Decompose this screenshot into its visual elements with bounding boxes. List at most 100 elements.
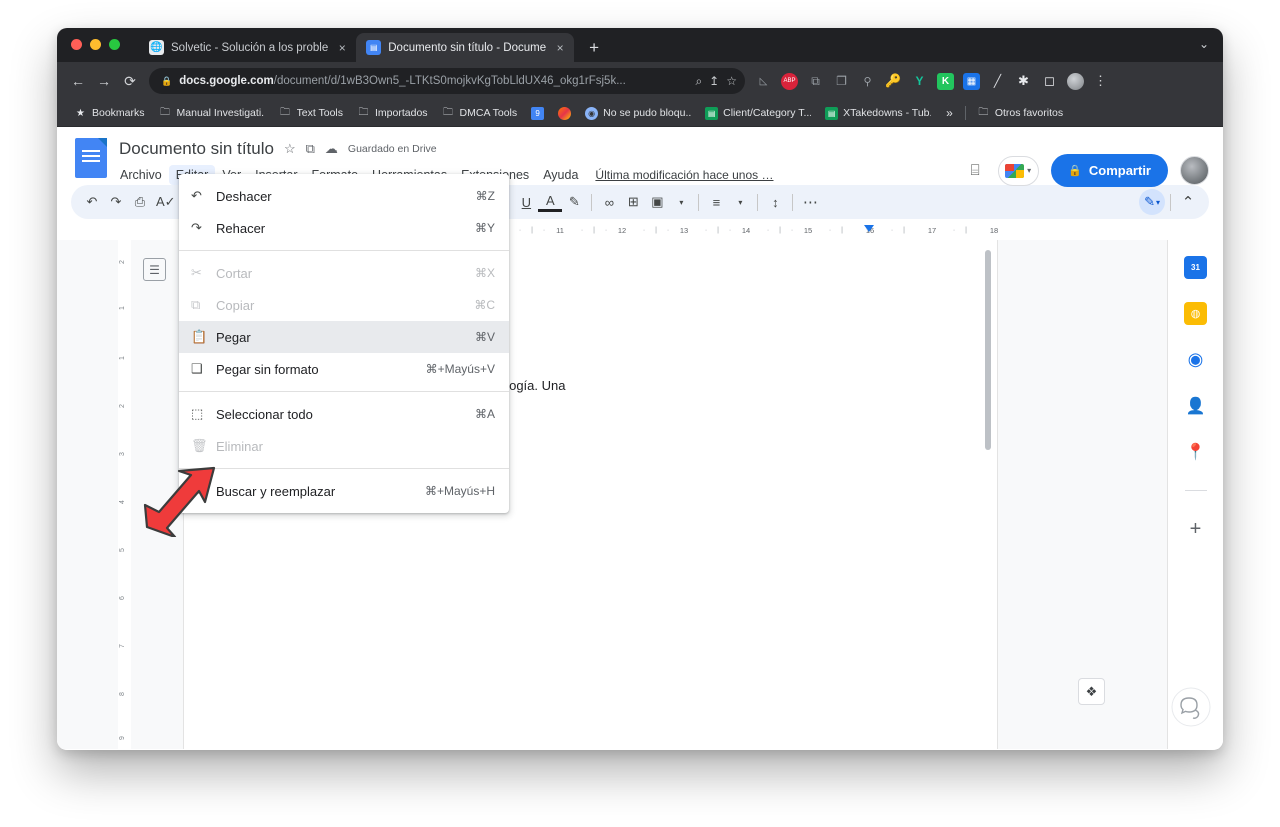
comment-history-icon[interactable]: ⌸ <box>964 160 986 182</box>
clipboard-icon[interactable]: ❐ <box>833 73 850 90</box>
zoom-window-button[interactable] <box>109 39 120 50</box>
kami-icon[interactable]: K <box>937 72 954 90</box>
menu-item-pegar[interactable]: 📋 Pegar ⌘V <box>179 321 509 353</box>
close-window-button[interactable] <box>71 39 82 50</box>
minimize-window-button[interactable] <box>90 39 101 50</box>
google-docs-logo[interactable] <box>75 138 107 178</box>
ruler-minor-tick: · <box>642 227 646 234</box>
search-icon[interactable]: ⌕ <box>695 74 702 89</box>
back-button[interactable]: ← <box>65 68 91 94</box>
edit-dropdown-menu[interactable]: ↶ Deshacer ⌘Z ↷ Rehacer ⌘Y ✂ Cortar ⌘X ⧉… <box>179 174 509 513</box>
print-button[interactable]: ⎙ <box>128 189 152 215</box>
more-options-button[interactable]: ⋯ <box>798 189 822 215</box>
reload-button[interactable]: ⟳ <box>117 68 143 94</box>
ruler-tick: 11 <box>556 226 564 235</box>
menu-item-pegar-sin-formato[interactable]: ❑ Pegar sin formato ⌘+Mayús+V <box>179 353 509 385</box>
chrome-menu-button[interactable]: ⋮ <box>1094 73 1107 89</box>
menu-archivo[interactable]: Archivo <box>113 165 169 185</box>
side-panel: 31 ◍ ◉ 👤 📍 + <box>1167 240 1223 749</box>
insert-link-button[interactable]: ∞ <box>597 189 621 215</box>
lastpass-key-icon[interactable]: 🔑 <box>885 73 902 90</box>
star-icon[interactable]: ☆ <box>284 141 296 157</box>
text-color-button[interactable]: A <box>538 192 563 212</box>
indent-marker[interactable] <box>864 225 874 232</box>
redo-button[interactable]: ↷ <box>104 189 128 215</box>
bookmark-bookmarks[interactable]: ★ Bookmarks <box>67 107 152 120</box>
menu-item-buscar-y-reemplazar[interactable]: ⇄ Buscar y reemplazar ⌘+Mayús+H <box>179 475 509 507</box>
document-outline-button[interactable]: ☰ <box>143 258 166 281</box>
bookmark-star-icon[interactable]: ☆ <box>726 74 737 88</box>
ai-assist-button[interactable]: ❖ <box>1078 678 1105 705</box>
bookmark-importados[interactable]: 🗀 Importados <box>350 107 435 120</box>
chevron-down-icon[interactable]: ⌄ <box>1199 37 1209 51</box>
undo-button[interactable]: ↶ <box>80 189 104 215</box>
toolbar-divider <box>792 193 794 211</box>
google-keep-icon[interactable]: ◍ <box>1184 302 1207 325</box>
tab-manager-icon[interactable]: ⧉ <box>807 73 824 90</box>
profile-avatar-icon[interactable] <box>1067 72 1084 90</box>
line-spacing-button[interactable]: ↕ <box>763 189 787 215</box>
share-button[interactable]: 🔒 Compartir <box>1051 154 1168 187</box>
vertical-scrollbar[interactable] <box>985 250 991 450</box>
adblock-plus-icon[interactable]: ABP <box>781 72 798 90</box>
google-tasks-icon[interactable]: ◉ <box>1184 348 1207 371</box>
forward-button[interactable]: → <box>91 68 117 94</box>
chevron-down-icon[interactable]: ▾ <box>728 189 752 215</box>
bookmark-dmca-tools[interactable]: 🗀 DMCA Tools <box>435 107 525 120</box>
chevron-down-icon[interactable]: ▾ <box>669 189 693 215</box>
bookmark-otros-favoritos[interactable]: 🗀 Otros favoritos <box>970 107 1070 120</box>
menu-item-seleccionar-todo[interactable]: ⬚ Seleccionar todo ⌘A <box>179 398 509 430</box>
highlight-color-button[interactable]: ✎ <box>562 189 586 215</box>
hide-menus-button[interactable]: ⌃ <box>1176 189 1200 215</box>
editing-mode-button[interactable]: ✎ ▾ <box>1139 189 1165 215</box>
bookmark-blue-9[interactable]: 9 <box>524 106 551 120</box>
add-addon-button[interactable]: + <box>1190 518 1202 541</box>
tab-documento-sin-titulo[interactable]: ▤ Documento sin título - Docume × <box>356 33 575 62</box>
menu-item-rehacer[interactable]: ↷ Rehacer ⌘Y <box>179 212 509 244</box>
bookmark-manual-investigati[interactable]: 🗀 Manual Investigati... <box>152 107 272 120</box>
share-icon[interactable]: ↥ <box>709 74 719 88</box>
google-calendar-icon[interactable]: 31 <box>1184 256 1207 279</box>
add-comment-button[interactable]: ⊞ <box>621 189 645 215</box>
extensions-puzzle-icon[interactable]: ✱ <box>1015 73 1032 90</box>
insert-image-button[interactable]: ▣ <box>645 189 669 215</box>
google-contacts-icon[interactable]: 👤 <box>1184 394 1207 417</box>
google-meet-button[interactable]: ▾ <box>998 155 1040 186</box>
tab-solvetic[interactable]: 🌐 Solvetic - Solución a los proble × <box>139 33 356 62</box>
bookmark-client-category-t[interactable]: ▤ Client/Category T... <box>698 106 818 120</box>
ruler-minor-tick: · <box>542 227 546 234</box>
menu-item-shortcut: ⌘+Mayús+V <box>425 362 495 376</box>
bookmark-text-tools[interactable]: 🗀 Text Tools <box>272 107 351 120</box>
bookmark-no-se-pudo-bloquear[interactable]: ◉ No se pudo bloqu... <box>578 106 698 120</box>
google-docs-icon: ▤ <box>366 40 382 55</box>
google-maps-icon[interactable]: 📍 <box>1184 440 1207 463</box>
bookmark-xtakedowns-tub[interactable]: ▤ XTakedowns - Tub... <box>818 106 938 120</box>
grammarly-icon[interactable]: Y <box>911 73 928 90</box>
menu-ayuda[interactable]: Ayuda <box>536 165 585 185</box>
spellcheck-button[interactable]: A✓ <box>152 189 180 215</box>
bookmark-label: Text Tools <box>296 107 344 119</box>
explore-button[interactable] <box>1171 687 1211 727</box>
cast-icon[interactable]: ◺ <box>755 73 772 90</box>
close-icon[interactable]: × <box>553 41 567 55</box>
avatar[interactable] <box>1180 156 1209 185</box>
close-icon[interactable]: × <box>335 41 349 55</box>
menu-item-deshacer[interactable]: ↶ Deshacer ⌘Z <box>179 180 509 212</box>
underline-button[interactable]: U <box>514 189 538 215</box>
bookmarks-overflow-button[interactable]: » <box>938 106 961 120</box>
ruler-minor-tick: · <box>790 227 794 234</box>
sidebar-toggle-icon[interactable]: ◻ <box>1041 73 1058 90</box>
page-title[interactable]: Documento sin título <box>119 139 274 159</box>
screen-capture-icon[interactable]: ▦ <box>963 72 980 90</box>
address-bar[interactable]: 🔒 docs.google.com/document/d/1wB3Own5_-L… <box>149 68 745 94</box>
menu-item-cortar: ✂ Cortar ⌘X <box>179 257 509 289</box>
new-tab-button[interactable]: + <box>583 38 605 58</box>
move-to-folder-icon[interactable]: ⧉ <box>306 141 315 157</box>
url-text: docs.google.com/document/d/1wB3Own5_-LTK… <box>179 75 688 87</box>
extensions-row: ◺ ABP ⧉ ❐ ⚲ 🔑 Y K ▦ ╱ ✱ ◻ <box>755 72 1084 90</box>
key-small-icon[interactable]: ⚲ <box>859 73 876 90</box>
align-button[interactable]: ≡ <box>704 189 728 215</box>
bookmark-orange-swirl[interactable] <box>551 106 578 120</box>
paint-brush-icon[interactable]: ╱ <box>989 73 1006 90</box>
last-modified-link[interactable]: Última modificación hace unos … <box>595 168 773 182</box>
